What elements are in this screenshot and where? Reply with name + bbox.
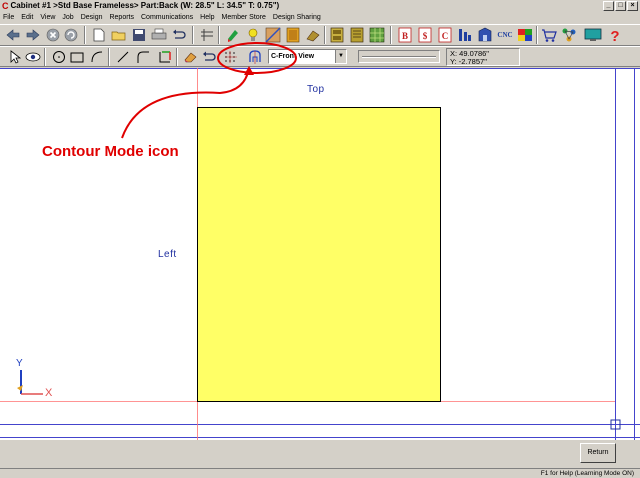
cabinet-icon[interactable] xyxy=(328,26,346,44)
menu-bar: File Edit View Job Design Reports Commun… xyxy=(0,12,640,23)
line-tool-icon[interactable] xyxy=(114,48,132,66)
bill-report-icon[interactable]: B xyxy=(396,26,414,44)
slider-track xyxy=(362,56,436,58)
axis-y-label: Y xyxy=(16,358,23,369)
toolbar-separator xyxy=(192,26,194,44)
coord-y: Y: -2.7857" xyxy=(450,57,487,66)
panel-icon[interactable] xyxy=(304,26,322,44)
axis-x-label: X xyxy=(45,387,53,399)
optimize-icon[interactable] xyxy=(456,26,474,44)
chevron-down-icon[interactable]: ▼ xyxy=(335,50,346,63)
cabinet-list-icon[interactable] xyxy=(348,26,366,44)
toolbar-separator xyxy=(108,48,110,66)
fillet-tool-icon[interactable] xyxy=(134,48,152,66)
select-arrow-icon[interactable] xyxy=(6,48,24,66)
contour-mode-icon[interactable] xyxy=(246,48,264,66)
maximize-button[interactable]: □ xyxy=(615,1,626,11)
status-text: F1 for Help (Learning Mode ON) xyxy=(540,470,634,477)
eraser-icon[interactable] xyxy=(182,48,200,66)
cnc-label: CNC xyxy=(497,31,513,39)
circle-tool-icon[interactable] xyxy=(50,48,68,66)
back-arrow-icon[interactable] xyxy=(4,26,22,44)
material-icon[interactable] xyxy=(264,26,282,44)
svg-text:?: ? xyxy=(610,28,619,43)
dimension-tool-icon[interactable] xyxy=(156,48,174,66)
forward-arrow-icon[interactable] xyxy=(24,26,42,44)
part-back-panel xyxy=(197,107,441,402)
menu-design-sharing[interactable]: Design Sharing xyxy=(273,12,321,23)
svg-text:B: B xyxy=(402,31,408,41)
label-left: Left xyxy=(158,249,177,260)
main-toolbar: B $ C CNC ? xyxy=(0,24,640,46)
menu-reports[interactable]: Reports xyxy=(109,12,134,23)
close-button[interactable]: × xyxy=(627,1,638,11)
cnc-button[interactable]: CNC xyxy=(494,26,516,44)
menu-file[interactable]: File xyxy=(3,12,14,23)
new-file-icon[interactable] xyxy=(90,26,108,44)
toolbar-separator xyxy=(390,26,392,44)
menu-help[interactable]: Help xyxy=(200,12,214,23)
open-folder-icon[interactable] xyxy=(110,26,128,44)
view-select-value: C-Front View xyxy=(271,53,315,60)
app-logo-icon: C xyxy=(2,1,9,11)
toolbar-separator xyxy=(84,26,86,44)
coordinates-display: X: 49.0786" Y: -2.7857" xyxy=(446,48,520,66)
save-icon[interactable] xyxy=(130,26,148,44)
cutlist-report-icon[interactable]: C xyxy=(436,26,454,44)
paint-icon[interactable] xyxy=(224,26,242,44)
light-bulb-icon[interactable] xyxy=(244,26,262,44)
toolbar-separator xyxy=(44,48,46,66)
price-report-icon[interactable]: $ xyxy=(416,26,434,44)
view-select[interactable]: C-Front View ▼ xyxy=(268,49,347,64)
minimize-button[interactable]: _ xyxy=(603,1,614,11)
hardware-icon[interactable] xyxy=(198,26,216,44)
svg-text:C: C xyxy=(442,31,449,41)
menu-communications[interactable]: Communications xyxy=(141,12,193,23)
toolbar-separator xyxy=(536,26,538,44)
toolbar-separator xyxy=(218,26,220,44)
menu-member-store[interactable]: Member Store xyxy=(222,12,266,23)
rectangle-tool-icon[interactable] xyxy=(68,48,86,66)
refresh-icon[interactable] xyxy=(62,26,80,44)
layout-grid-icon[interactable] xyxy=(368,26,386,44)
status-bar: F1 for Help (Learning Mode ON) xyxy=(0,468,640,478)
title-bar: C Cabinet #1 >Std Base Frameless> Part:B… xyxy=(0,0,640,12)
window-title: Cabinet #1 >Std Base Frameless> Part:Bac… xyxy=(10,1,280,10)
drawing-canvas[interactable]: Top Left Contour Mode icon Y X xyxy=(0,68,640,440)
zoom-slider[interactable] xyxy=(358,50,440,63)
label-top: Top xyxy=(307,84,325,95)
door-style-icon[interactable] xyxy=(284,26,302,44)
menu-edit[interactable]: Edit xyxy=(21,12,33,23)
colorful-layout-icon[interactable] xyxy=(516,26,534,44)
monitor-icon[interactable] xyxy=(584,26,602,44)
menu-design[interactable]: Design xyxy=(81,12,103,23)
undo-draw-icon[interactable] xyxy=(200,48,218,66)
print-icon[interactable] xyxy=(150,26,168,44)
toolbar-separator xyxy=(176,48,178,66)
help-question-icon[interactable]: ? xyxy=(606,26,624,44)
network-share-icon[interactable] xyxy=(560,26,578,44)
arc-tool-icon[interactable] xyxy=(88,48,106,66)
annotation-text: Contour Mode icon xyxy=(42,143,179,160)
drawing-toolbar: C-Front View ▼ X: 49.0786" Y: -2.7857" xyxy=(0,46,640,67)
cancel-icon[interactable] xyxy=(44,26,62,44)
window-controls: _ □ × xyxy=(603,1,638,11)
view-eye-icon[interactable] xyxy=(24,48,42,66)
install-icon[interactable] xyxy=(476,26,494,44)
shopping-cart-icon[interactable] xyxy=(540,26,558,44)
grid-dots-icon[interactable] xyxy=(222,48,240,66)
menu-view[interactable]: View xyxy=(40,12,55,23)
return-button[interactable]: Return xyxy=(580,443,616,463)
toolbar-separator xyxy=(324,26,326,44)
svg-text:$: $ xyxy=(423,31,428,41)
menu-job[interactable]: Job xyxy=(62,12,73,23)
undo-icon[interactable] xyxy=(170,26,188,44)
bottom-panel: Return xyxy=(0,440,640,468)
